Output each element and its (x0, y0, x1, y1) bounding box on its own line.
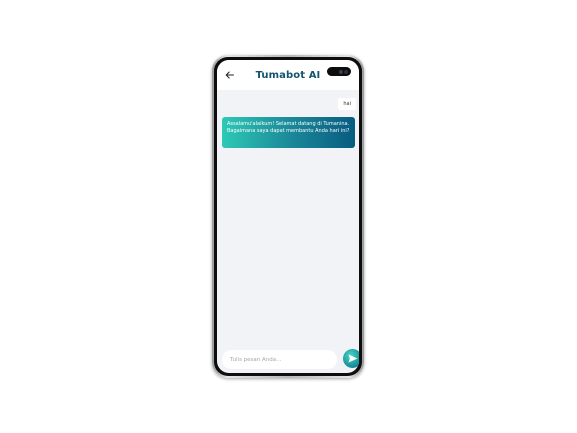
bot-message-bubble: Assalamu'alaikum! Selamat datang di Tuma… (222, 117, 355, 148)
phone-bezel: Tumabot AI hai Assalamu'alaikum! Selamat… (214, 57, 362, 376)
message-input[interactable]: Tulis pesan Anda... (222, 350, 337, 369)
camera-lens (339, 69, 343, 74)
camera-lens-secondary (344, 69, 348, 74)
send-icon (348, 354, 357, 363)
user-message-bubble: hai (338, 98, 356, 110)
chat-screen: Tumabot AI hai Assalamu'alaikum! Selamat… (217, 60, 359, 373)
camera-cutout (327, 67, 351, 76)
chat-header: Tumabot AI (217, 60, 359, 90)
phone-frame: Tumabot AI hai Assalamu'alaikum! Selamat… (212, 55, 364, 378)
send-button[interactable] (343, 349, 359, 368)
